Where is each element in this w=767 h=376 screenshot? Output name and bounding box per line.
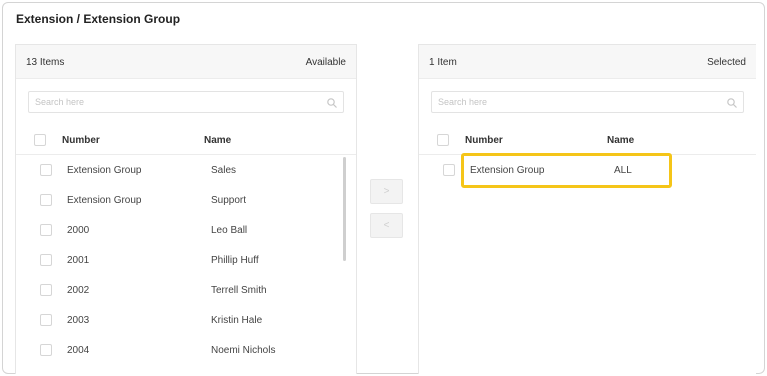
available-panel: 13 Items Available Number Name Extension… — [15, 44, 357, 374]
row-name: Sales — [211, 165, 237, 176]
row-checkbox[interactable] — [40, 194, 52, 206]
row-checkbox[interactable] — [40, 254, 52, 266]
name-column-header[interactable]: Name — [607, 135, 634, 146]
available-panel-header: 13 Items Available — [16, 45, 356, 79]
table-row[interactable]: 2000 Leo Ball — [16, 215, 356, 245]
table-row[interactable]: 2004 Noemi Nichols — [16, 335, 356, 365]
table-row[interactable]: 2002 Terrell Smith — [16, 275, 356, 305]
row-name: Leo Ball — [211, 225, 248, 236]
selected-count: 1 Item — [429, 57, 457, 68]
available-search-box — [28, 91, 344, 113]
available-list: Extension Group Sales Extension Group Su… — [16, 155, 356, 374]
row-name: Terrell Smith — [211, 285, 267, 296]
row-number: 2001 — [67, 255, 90, 266]
selected-search-box — [431, 91, 744, 113]
number-column-header[interactable]: Number — [465, 135, 503, 146]
selected-list: Extension Group ALL — [419, 155, 756, 374]
row-checkbox[interactable] — [40, 164, 52, 176]
move-right-button[interactable]: > — [370, 179, 403, 204]
row-number: Extension Group — [67, 195, 142, 206]
available-select-all-checkbox[interactable] — [34, 134, 46, 146]
row-checkbox[interactable] — [40, 344, 52, 356]
row-number: Extension Group — [470, 165, 545, 176]
row-number: 2004 — [67, 345, 90, 356]
chevron-left-icon: < — [383, 220, 390, 231]
available-list-scrollbar[interactable] — [343, 157, 346, 261]
search-icon[interactable] — [726, 97, 738, 109]
row-name: Phillip Huff — [211, 255, 259, 266]
row-checkbox[interactable] — [443, 164, 455, 176]
move-left-button[interactable]: < — [370, 213, 403, 238]
available-column-header: Number Name — [16, 125, 356, 155]
table-row[interactable]: 2001 Phillip Huff — [16, 245, 356, 275]
name-column-header[interactable]: Name — [204, 135, 231, 146]
dialog-title: Extension / Extension Group — [16, 12, 181, 26]
row-checkbox[interactable] — [40, 224, 52, 236]
chevron-right-icon: > — [383, 186, 390, 197]
selected-label: Selected — [707, 57, 746, 68]
row-number: 2000 — [67, 225, 90, 236]
available-label: Available — [305, 57, 346, 68]
table-row[interactable]: Extension Group Sales — [16, 155, 356, 185]
row-name: Noemi Nichols — [211, 345, 276, 356]
number-column-header[interactable]: Number — [62, 135, 100, 146]
row-name: Support — [211, 195, 247, 206]
selected-panel: 1 Item Selected Number Name Extension Gr… — [418, 44, 756, 374]
available-count: 13 Items — [26, 57, 65, 68]
row-name: ALL — [614, 165, 632, 176]
row-number: 2003 — [67, 315, 90, 326]
search-icon[interactable] — [326, 97, 338, 109]
table-row[interactable]: Extension Group Support — [16, 185, 356, 215]
table-row[interactable]: 2003 Kristin Hale — [16, 305, 356, 335]
row-number: 2002 — [67, 285, 90, 296]
selected-select-all-checkbox[interactable] — [437, 134, 449, 146]
row-checkbox[interactable] — [40, 314, 52, 326]
row-name: Kristin Hale — [211, 315, 263, 326]
row-checkbox[interactable] — [40, 284, 52, 296]
selected-panel-header: 1 Item Selected — [419, 45, 756, 79]
available-search-input[interactable] — [29, 92, 343, 112]
selected-column-header: Number Name — [419, 125, 756, 155]
table-row[interactable]: Extension Group ALL — [419, 155, 756, 185]
row-number: Extension Group — [67, 165, 142, 176]
selected-search-input[interactable] — [432, 92, 743, 112]
